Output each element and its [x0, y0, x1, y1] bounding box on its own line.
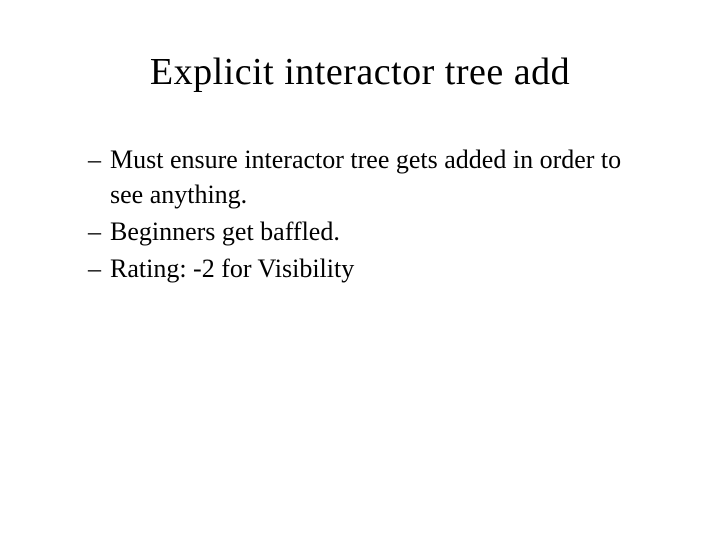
bullet-item: Rating: -2 for Visibility	[88, 251, 660, 286]
bullet-item: Beginners get baffled.	[88, 214, 660, 249]
slide-container: Explicit interactor tree add Must ensure…	[0, 0, 720, 540]
bullet-item: Must ensure interactor tree gets added i…	[88, 142, 660, 212]
bullet-list: Must ensure interactor tree gets added i…	[60, 142, 660, 286]
slide-title: Explicit interactor tree add	[60, 50, 660, 94]
